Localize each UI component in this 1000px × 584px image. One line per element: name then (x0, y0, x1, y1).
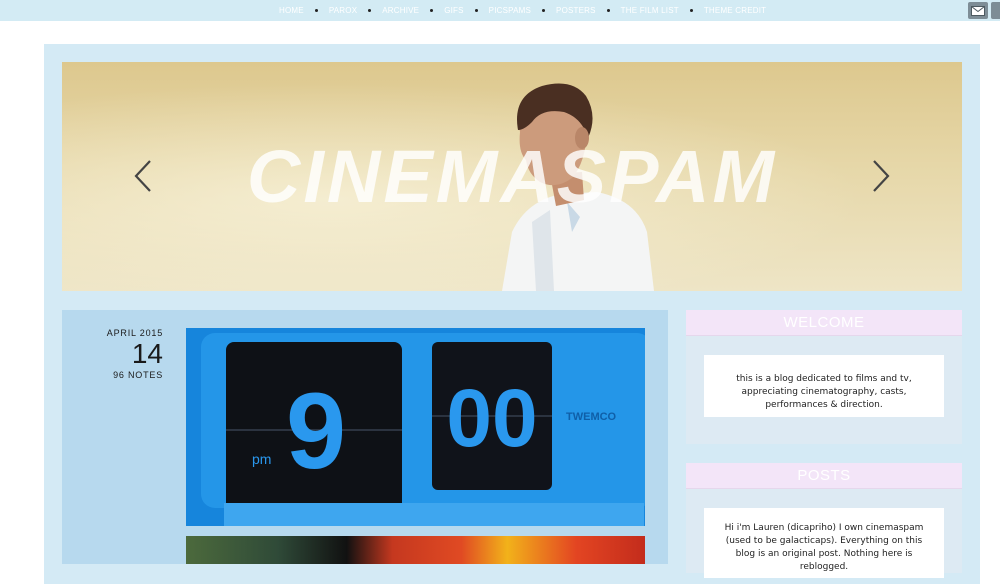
blog-title[interactable]: CINEMASPAM (62, 134, 962, 219)
header-banner: CINEMASPAM (62, 62, 962, 291)
chevron-right-icon[interactable] (870, 158, 892, 194)
nav-link-gifs[interactable]: GIFS (433, 6, 474, 15)
nav-link-parox[interactable]: PAROX (318, 6, 368, 15)
post-image-second[interactable] (186, 536, 645, 564)
welcome-text: this is a blog dedicated to films and tv… (704, 355, 944, 417)
welcome-title: WELCOME (686, 310, 962, 336)
clock-brand: TWEMCO (566, 411, 617, 423)
nav-link-the-film-list[interactable]: THE FILM LIST (610, 6, 690, 15)
posts-widget: POSTS Hi i'm Lauren (dicapriho) I own ci… (686, 463, 962, 578)
post-image-clock[interactable]: 9 00 pm TWEMCO (186, 328, 645, 526)
nav-link-archive[interactable]: ARCHIVE (371, 6, 430, 15)
clock-hour: 9 (286, 370, 346, 491)
posts-title: POSTS (686, 463, 962, 489)
nav-link-picspams[interactable]: PICSPAMS (478, 6, 542, 15)
toolbar-edge-button[interactable] (991, 2, 1000, 19)
chevron-left-icon[interactable] (132, 158, 154, 194)
nav-link-theme-credit[interactable]: THEME CREDIT (693, 6, 777, 15)
envelope-icon (971, 5, 985, 16)
posts-text: Hi i'm Lauren (dicapriho) I own cinemasp… (704, 508, 944, 578)
top-nav: HOME PAROX ARCHIVE GIFS PICSPAMS POSTERS THE F… (268, 0, 777, 21)
clock-pm: pm (252, 451, 271, 467)
clock-minutes: 00 (446, 373, 537, 464)
post-month: APRIL 2015 (106, 328, 163, 338)
post-meta: APRIL 2015 14 96 NOTES (62, 328, 163, 380)
post-notes-link[interactable]: 96 NOTES (62, 370, 163, 380)
welcome-widget: WELCOME this is a blog dedicated to film… (686, 310, 962, 444)
flip-clock-image: 9 00 pm TWEMCO (186, 328, 645, 526)
nav-link-posters[interactable]: POSTERS (545, 6, 607, 15)
nav-link-home[interactable]: HOME (268, 6, 315, 15)
mail-button[interactable] (968, 2, 988, 19)
post-day: 14 (131, 338, 163, 369)
